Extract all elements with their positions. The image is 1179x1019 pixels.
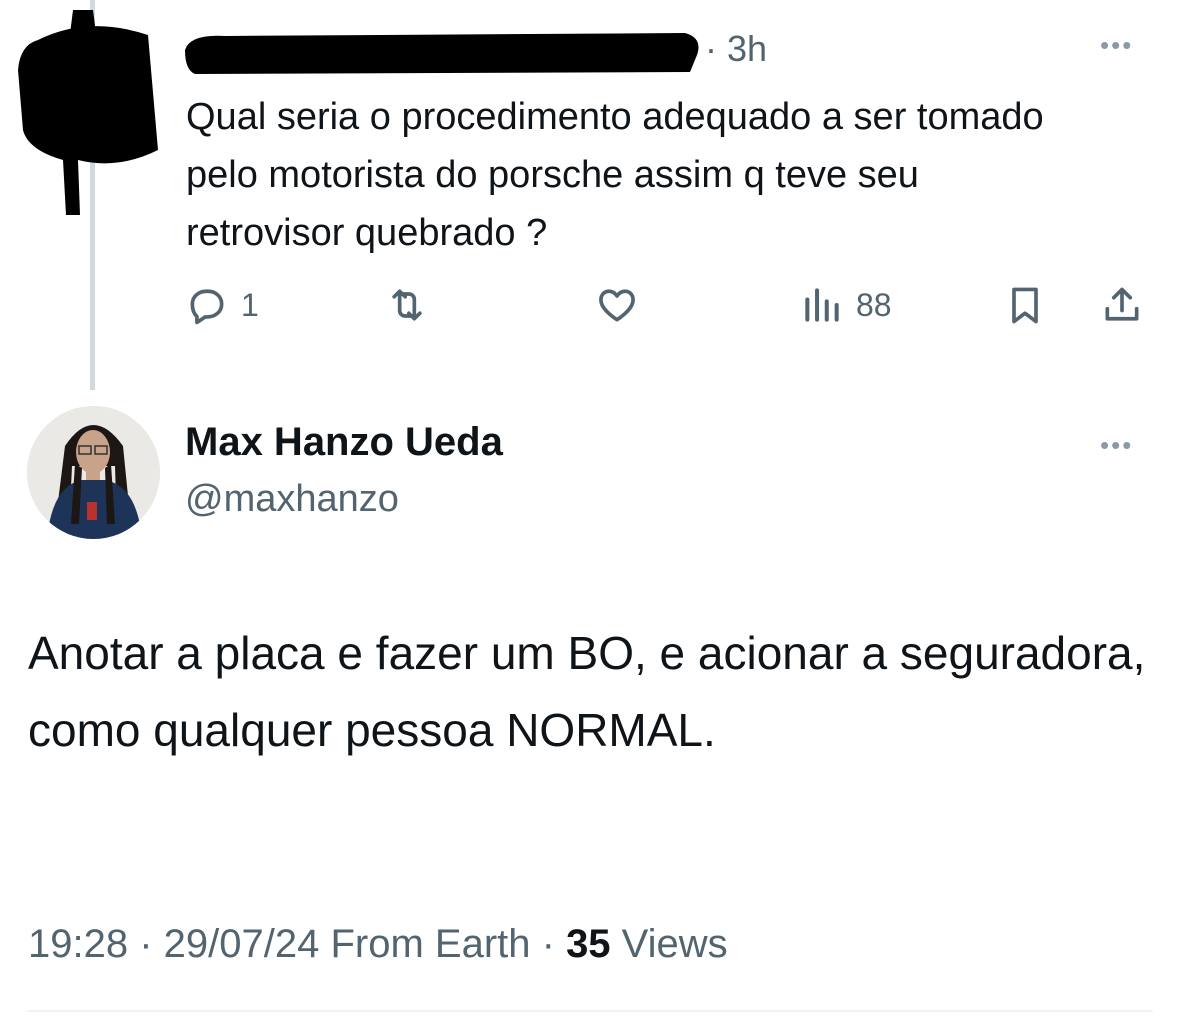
heart-icon: [599, 289, 635, 322]
display-name[interactable]: Max Hanzo Ueda: [185, 420, 503, 465]
redacted-avatar: [18, 10, 168, 215]
action-bar: 1 88: [185, 280, 1155, 330]
tweet-meta: 19:28 · 29/07/24 From Earth · 35 Views: [28, 922, 728, 967]
like-button[interactable]: [595, 280, 639, 330]
tweet-source: From Earth: [319, 922, 531, 966]
avatar[interactable]: [27, 406, 160, 539]
reply-tweet-text: Anotar a placa e fazer um BO, e acionar …: [28, 627, 1146, 756]
reply-button[interactable]: 1: [185, 280, 259, 330]
tweet-date[interactable]: 29/07/24: [164, 922, 320, 966]
bookmark-icon: [1012, 287, 1038, 324]
meta-separator: ·: [530, 922, 567, 966]
bookmark-button[interactable]: [1003, 280, 1047, 330]
share-icon: [1105, 287, 1139, 321]
share-button[interactable]: [1100, 280, 1144, 330]
analytics-icon: [805, 288, 839, 322]
parent-tweet-text: Qual seria o procedimento adequado a ser…: [186, 96, 1044, 254]
retweet-button[interactable]: [385, 280, 429, 330]
retweet-icon: [392, 289, 422, 321]
views-count: 88: [856, 286, 892, 323]
ellipsis-icon[interactable]: •••: [1100, 30, 1133, 61]
divider: [28, 1010, 1153, 1012]
views-button[interactable]: 88: [800, 280, 892, 330]
tweet-time[interactable]: 19:28: [28, 922, 128, 966]
user-handle[interactable]: @maxhanzo: [185, 478, 399, 521]
parent-time-ago: · 3h: [705, 28, 768, 69]
ellipsis-icon[interactable]: •••: [1100, 430, 1133, 461]
reply-icon: [190, 289, 224, 325]
reply-views-count[interactable]: 35: [566, 922, 611, 966]
meta-separator: ·: [128, 922, 164, 966]
reply-count: 1: [241, 286, 259, 323]
redacted-name: [185, 30, 705, 75]
views-label: Views: [610, 922, 728, 966]
